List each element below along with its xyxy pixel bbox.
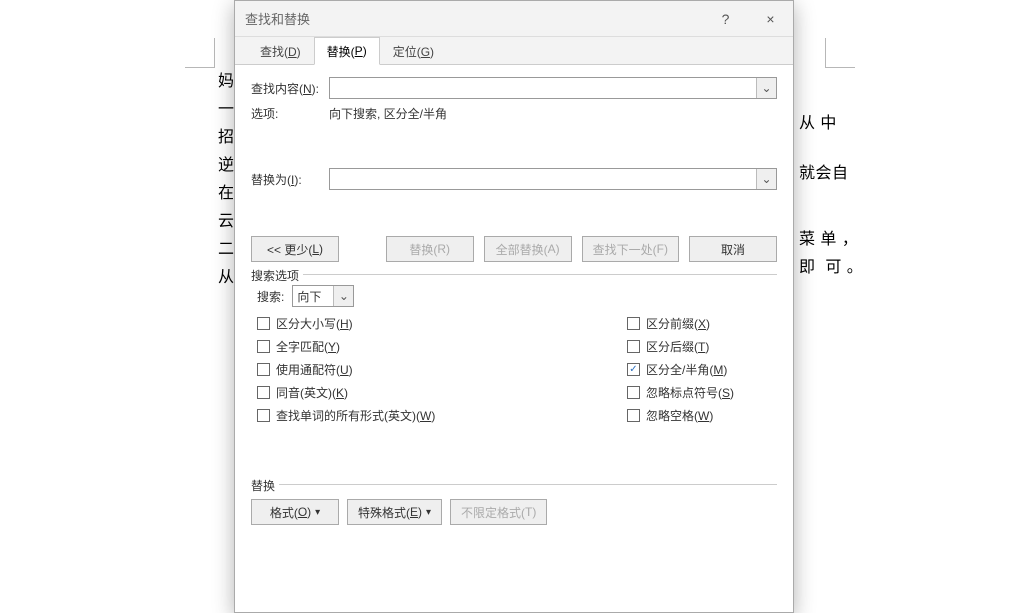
cancel-button[interactable]: 取消	[689, 236, 777, 262]
background-text: 菜 单 ，	[794, 226, 858, 254]
background-text: 妈	[218, 68, 235, 96]
checkbox-box	[257, 340, 270, 353]
checkbox-label: 使用通配符(U)	[276, 361, 353, 378]
checkbox-box	[627, 317, 640, 330]
checkbox-right-2[interactable]: ✓ 区分全/半角(M)	[627, 361, 767, 378]
checkbox-label: 忽略标点符号(S)	[646, 384, 734, 401]
dialog-titlebar: 查找和替换 ? ×	[235, 1, 793, 37]
page-corner-tl	[185, 38, 215, 68]
replace-button[interactable]: 替换(R)	[386, 236, 474, 262]
search-options-legend: 搜索选项	[251, 267, 303, 284]
background-text: 从	[218, 264, 235, 292]
checkbox-right-0[interactable]: 区分前缀(X)	[627, 315, 767, 332]
background-text: 一	[218, 96, 235, 124]
checkbox-label: 查找单词的所有形式(英文)(W)	[276, 407, 435, 424]
no-format-button[interactable]: 不限定格式(T)	[450, 499, 547, 525]
checkbox-box	[257, 317, 270, 330]
checkbox-right-1[interactable]: 区分后缀(T)	[627, 338, 767, 355]
find-replace-dialog: 查找和替换 ? × 查找(D) 替换(P) 定位(G) 查找内容(N): ⌄	[234, 0, 794, 613]
checkbox-box	[257, 409, 270, 422]
replace-section-legend: 替换	[251, 477, 279, 494]
replace-all-button[interactable]: 全部替换(A)	[484, 236, 572, 262]
background-text: 招	[218, 124, 235, 152]
checkbox-box	[257, 363, 270, 376]
dialog-tabstrip: 查找(D) 替换(P) 定位(G)	[235, 37, 793, 65]
checkbox-box	[627, 386, 640, 399]
background-text: 逆	[218, 152, 235, 180]
replace-input[interactable]: ⌄	[329, 168, 777, 190]
less-button[interactable]: << 更少(L)	[251, 236, 339, 262]
background-text: 从 中	[794, 110, 837, 138]
options-value: 向下搜索, 区分全/半角	[329, 105, 447, 122]
checkbox-label: 区分后缀(T)	[646, 338, 709, 355]
checkbox-left-4[interactable]: 查找单词的所有形式(英文)(W)	[257, 407, 435, 424]
checkbox-label: 同音(英文)(K)	[276, 384, 348, 401]
checkbox-label: 区分大小写(H)	[276, 315, 353, 332]
checkbox-label: 区分前缀(X)	[646, 315, 710, 332]
checkbox-box	[627, 409, 640, 422]
options-label: 选项:	[251, 105, 329, 122]
checkbox-left-0[interactable]: 区分大小写(H)	[257, 315, 435, 332]
checkbox-box	[257, 386, 270, 399]
search-direction-select[interactable]: 向下 ⌄	[292, 285, 354, 307]
search-direction-label: 搜索:	[257, 288, 284, 305]
checkbox-left-2[interactable]: 使用通配符(U)	[257, 361, 435, 378]
dialog-title: 查找和替换	[245, 9, 310, 28]
background-text: 云	[218, 208, 235, 236]
find-next-button[interactable]: 查找下一处(F)	[582, 236, 679, 262]
checkbox-label: 全字匹配(Y)	[276, 338, 340, 355]
page-corner-tr	[825, 38, 855, 68]
tab-goto[interactable]: 定位(G)	[380, 37, 447, 65]
find-label: 查找内容(N):	[251, 80, 329, 97]
close-button[interactable]: ×	[748, 1, 793, 37]
checkbox-box	[627, 340, 640, 353]
find-input[interactable]: ⌄	[329, 77, 777, 99]
background-text: 二	[218, 236, 235, 264]
search-options-section: 搜索选项 搜索: 向下 ⌄ 区分大小写(H)全字匹配(Y)使用通配符(U)同音(…	[251, 274, 777, 424]
format-button[interactable]: 格式(O)▾	[251, 499, 339, 525]
background-text: 即 可 。	[794, 254, 863, 282]
replace-section: 替换 格式(O)▾ 特殊格式(E)▾ 不限定格式(T)	[251, 484, 777, 525]
special-format-button[interactable]: 特殊格式(E)▾	[347, 499, 442, 525]
chevron-down-icon[interactable]: ⌄	[756, 169, 776, 189]
checkbox-label: 区分全/半角(M)	[646, 361, 727, 378]
help-button[interactable]: ?	[703, 1, 748, 37]
dialog-body: 查找内容(N): ⌄ 选项: 向下搜索, 区分全/半角 替换为(I): ⌄	[235, 65, 793, 612]
replace-label: 替换为(I):	[251, 171, 329, 188]
chevron-down-icon[interactable]: ⌄	[756, 78, 776, 98]
checkbox-box: ✓	[627, 363, 640, 376]
checkbox-right-4[interactable]: 忽略空格(W)	[627, 407, 767, 424]
tab-replace[interactable]: 替换(P)	[314, 37, 380, 65]
chevron-down-icon[interactable]: ⌄	[333, 286, 353, 306]
checkbox-right-3[interactable]: 忽略标点符号(S)	[627, 384, 767, 401]
checkbox-left-3[interactable]: 同音(英文)(K)	[257, 384, 435, 401]
checkbox-label: 忽略空格(W)	[646, 407, 713, 424]
background-text: 就会自	[794, 160, 848, 188]
tab-find[interactable]: 查找(D)	[247, 37, 314, 65]
background-text: 在	[218, 180, 235, 208]
checkbox-left-1[interactable]: 全字匹配(Y)	[257, 338, 435, 355]
